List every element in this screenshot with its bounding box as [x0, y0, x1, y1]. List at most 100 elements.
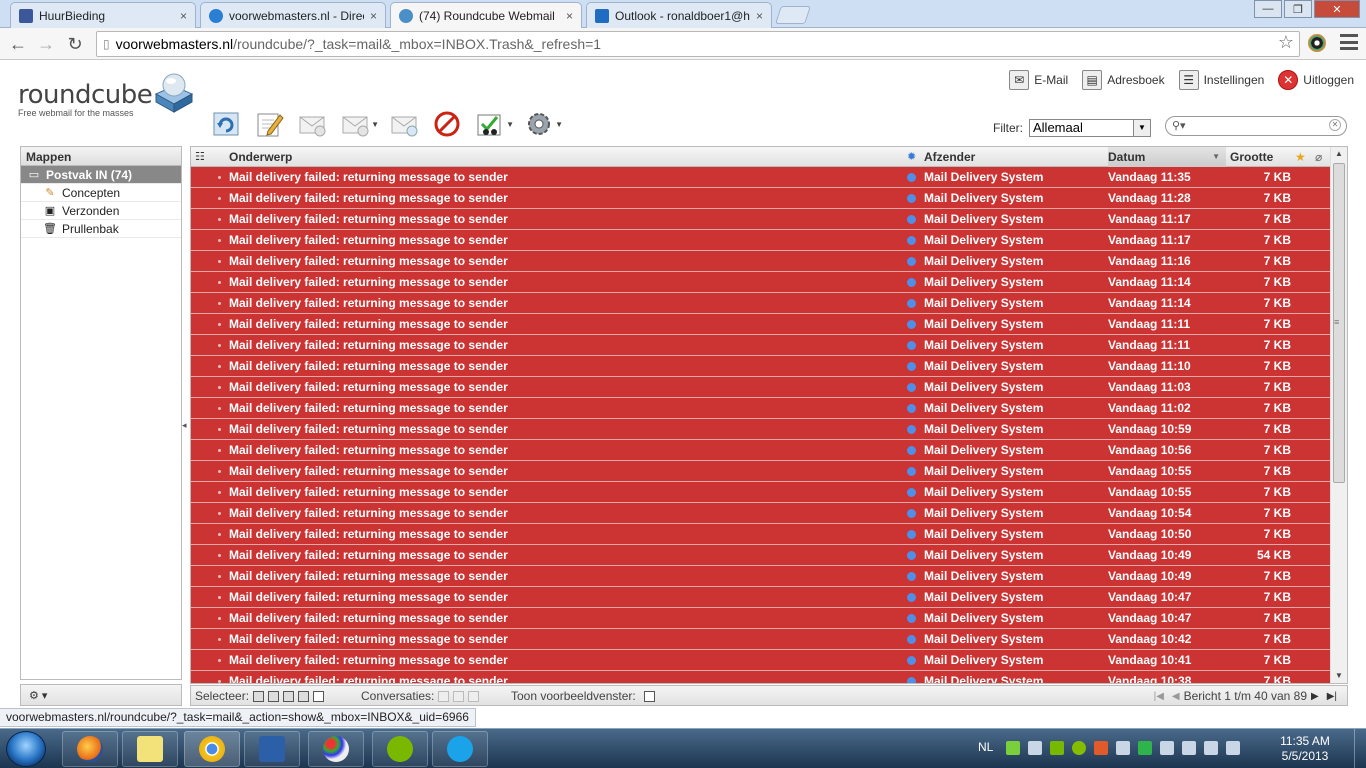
select-invert-icon[interactable]: [298, 690, 310, 702]
column-subject[interactable]: Onderwerp: [229, 147, 292, 167]
tray-flag-icon[interactable]: [1204, 741, 1218, 755]
message-subject[interactable]: Mail delivery failed: returning message …: [229, 461, 508, 482]
taskbar-spotify[interactable]: [372, 731, 428, 767]
message-subject[interactable]: Mail delivery failed: returning message …: [229, 377, 508, 398]
message-subject[interactable]: Mail delivery failed: returning message …: [229, 650, 508, 671]
address-bar[interactable]: ▯ voorwebmasters.nl /roundcube/?_task=ma…: [96, 31, 1300, 57]
folder-inbox[interactable]: ▭ Postvak IN (74): [21, 166, 181, 184]
message-row[interactable]: Mail delivery failed: returning message …: [191, 524, 1331, 545]
message-subject[interactable]: Mail delivery failed: returning message …: [229, 545, 508, 566]
message-subject[interactable]: Mail delivery failed: returning message …: [229, 524, 508, 545]
message-subject[interactable]: Mail delivery failed: returning message …: [229, 293, 508, 314]
message-row[interactable]: Mail delivery failed: returning message …: [191, 335, 1331, 356]
thread-expand-all-icon[interactable]: [453, 690, 465, 702]
message-row[interactable]: Mail delivery failed: returning message …: [191, 419, 1331, 440]
tray-display-icon[interactable]: [1182, 741, 1196, 755]
folder-trash[interactable]: 🗑 Prullenbak: [21, 220, 181, 238]
maximize-icon[interactable]: ❐: [1284, 0, 1312, 18]
next-page-icon[interactable]: ▶: [1311, 691, 1319, 702]
search-reset-icon[interactable]: ✕: [1329, 119, 1341, 131]
more-actions-button[interactable]: ▼: [523, 108, 563, 140]
message-subject[interactable]: Mail delivery failed: returning message …: [229, 356, 508, 377]
message-list-scrollbar[interactable]: ▲ ≡ ▼: [1330, 147, 1347, 683]
tray-nvidia-icon[interactable]: [1050, 741, 1064, 755]
message-subject[interactable]: Mail delivery failed: returning message …: [229, 251, 508, 272]
message-row[interactable]: Mail delivery failed: returning message …: [191, 482, 1331, 503]
message-row[interactable]: Mail delivery failed: returning message …: [191, 440, 1331, 461]
refresh-button[interactable]: [210, 108, 242, 140]
last-page-icon[interactable]: ▶|: [1327, 691, 1337, 702]
folder-actions-button[interactable]: ⚙ ▾: [20, 684, 182, 706]
nav-email[interactable]: ✉ E-Mail: [1009, 70, 1068, 90]
search-input[interactable]: ⚲▾ ✕: [1165, 116, 1347, 136]
message-row[interactable]: Mail delivery failed: returning message …: [191, 272, 1331, 293]
message-row[interactable]: Mail delivery failed: returning message …: [191, 356, 1331, 377]
nav-addressbook[interactable]: ▤ Adresboek: [1082, 70, 1165, 90]
taskbar-skype[interactable]: [432, 731, 488, 767]
filter-select[interactable]: Allemaal ▼: [1029, 119, 1151, 137]
close-icon[interactable]: ×: [180, 9, 187, 23]
message-subject[interactable]: Mail delivery failed: returning message …: [229, 671, 508, 683]
message-subject[interactable]: Mail delivery failed: returning message …: [229, 608, 508, 629]
tray-volume-muted-icon[interactable]: [1226, 741, 1240, 755]
extension-icon[interactable]: [1308, 34, 1326, 52]
tray-battery-icon[interactable]: [1028, 741, 1042, 755]
tray-network-icon[interactable]: [1160, 741, 1174, 755]
select-all-icon[interactable]: [253, 690, 265, 702]
close-icon[interactable]: ×: [370, 9, 377, 23]
tray-vlc-icon[interactable]: [1094, 741, 1108, 755]
panel-splitter-handle[interactable]: ◂: [182, 420, 187, 431]
message-row[interactable]: Mail delivery failed: returning message …: [191, 293, 1331, 314]
message-row[interactable]: Mail delivery failed: returning message …: [191, 251, 1331, 272]
folder-sent[interactable]: ▣ Verzonden: [21, 202, 181, 220]
message-row[interactable]: Mail delivery failed: returning message …: [191, 503, 1331, 524]
scroll-up-icon[interactable]: ▲: [1331, 147, 1347, 161]
list-options-icon[interactable]: ☷: [195, 147, 211, 167]
roundcube-logo[interactable]: roundcube Free webmail for the masses: [18, 80, 153, 118]
taskbar-paint[interactable]: [308, 731, 364, 767]
message-row[interactable]: Mail delivery failed: returning message …: [191, 545, 1331, 566]
thread-expand-icon[interactable]: [438, 690, 450, 702]
tray-app-icon[interactable]: [1006, 741, 1020, 755]
taskbar-word[interactable]: [244, 731, 300, 767]
message-subject[interactable]: Mail delivery failed: returning message …: [229, 398, 508, 419]
taskbar-firefox[interactable]: [62, 731, 118, 767]
message-row[interactable]: Mail delivery failed: returning message …: [191, 167, 1331, 188]
thread-collapse-icon[interactable]: [468, 690, 480, 702]
tray-spotify-icon[interactable]: [1072, 741, 1086, 755]
message-subject[interactable]: Mail delivery failed: returning message …: [229, 629, 508, 650]
message-subject[interactable]: Mail delivery failed: returning message …: [229, 335, 508, 356]
window-close-icon[interactable]: ✕: [1314, 0, 1360, 18]
message-subject[interactable]: Mail delivery failed: returning message …: [229, 272, 508, 293]
message-row[interactable]: Mail delivery failed: returning message …: [191, 377, 1331, 398]
column-size[interactable]: Grootte: [1230, 147, 1273, 167]
minimize-icon[interactable]: —: [1254, 0, 1282, 18]
browser-menu-icon[interactable]: [1340, 34, 1358, 50]
forward-button[interactable]: [388, 108, 420, 140]
tray-sync-icon[interactable]: [1138, 741, 1152, 755]
reply-button[interactable]: [296, 108, 328, 140]
message-row[interactable]: Mail delivery failed: returning message …: [191, 671, 1331, 683]
message-row[interactable]: Mail delivery failed: returning message …: [191, 209, 1331, 230]
message-subject[interactable]: Mail delivery failed: returning message …: [229, 566, 508, 587]
browser-tab-roundcube[interactable]: (74) Roundcube Webmail ×: [390, 2, 582, 29]
select-page-icon[interactable]: [268, 690, 280, 702]
taskbar-clock[interactable]: 11:35 AM 5/5/2013: [1270, 734, 1340, 764]
close-icon[interactable]: ×: [756, 9, 763, 23]
nav-settings[interactable]: ☰ Instellingen: [1178, 70, 1264, 90]
windows-start-button[interactable]: [6, 731, 46, 767]
browser-tab-outlook[interactable]: Outlook - ronaldboer1@h ×: [586, 2, 772, 28]
show-desktop-button[interactable]: [1354, 729, 1366, 768]
message-subject[interactable]: Mail delivery failed: returning message …: [229, 230, 508, 251]
mark-button[interactable]: ▼: [474, 108, 514, 140]
close-icon[interactable]: ×: [566, 9, 573, 23]
scroll-down-icon[interactable]: ▼: [1331, 669, 1347, 683]
message-subject[interactable]: Mail delivery failed: returning message …: [229, 587, 508, 608]
previous-page-icon[interactable]: ◀: [1172, 691, 1180, 702]
message-subject[interactable]: Mail delivery failed: returning message …: [229, 209, 508, 230]
language-indicator[interactable]: NL: [978, 740, 993, 754]
column-date[interactable]: Datum ▼: [1108, 147, 1226, 167]
message-row[interactable]: Mail delivery failed: returning message …: [191, 650, 1331, 671]
message-row[interactable]: Mail delivery failed: returning message …: [191, 461, 1331, 482]
bookmark-star-icon[interactable]: ☆: [1278, 32, 1294, 53]
